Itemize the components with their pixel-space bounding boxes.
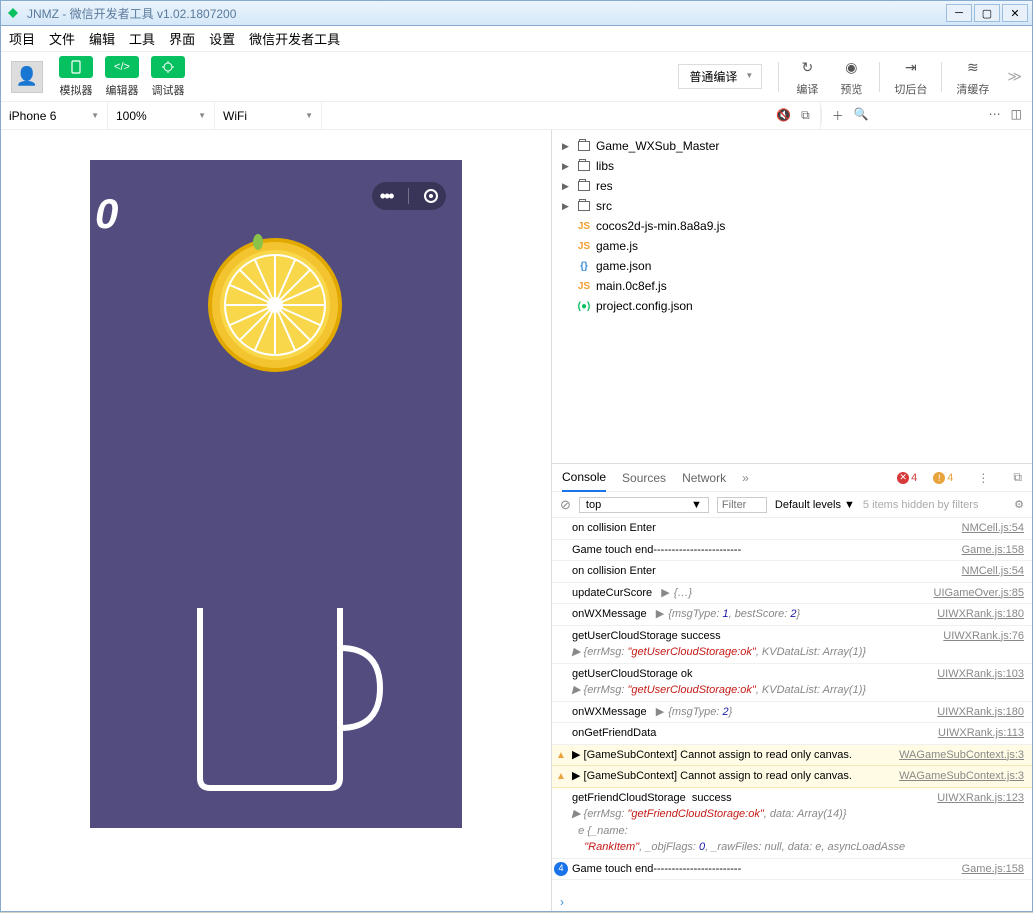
console-log-row[interactable]: on collision EnterNMCell.js:54 [552,518,1032,540]
editor-label: 编辑器 [106,82,139,98]
menu-bar: 项目 文件 编辑 工具 界面 设置 微信开发者工具 [1,26,1032,52]
toolbar-more-icon[interactable]: ≫ [1007,68,1022,85]
context-selector[interactable]: top▼ [579,497,709,513]
console-log-row[interactable]: 4Game touch end------------------------G… [552,859,1032,881]
game-score: 0 [95,190,118,238]
close-button[interactable]: ✕ [1002,4,1028,22]
minimize-button[interactable]: ─ [946,4,972,22]
clear-cache-button[interactable]: ≋ [959,56,987,78]
menu-wx-devtools[interactable]: 微信开发者工具 [249,29,340,48]
simulator-label: 模拟器 [60,82,93,98]
menu-tools[interactable]: 工具 [129,29,155,48]
window-titlebar: JNMZ - 微信开发者工具 v1.02.1807200 ─ ▢ ✕ [0,0,1033,26]
window-title: JNMZ - 微信开发者工具 v1.02.1807200 [27,5,946,22]
search-icon[interactable]: 🔍 [854,107,869,124]
devtools-settings-icon[interactable]: ⋮ [977,471,989,485]
file-item[interactable]: JSgame.js [552,236,1032,256]
devtools-dock-icon[interactable]: ⧉ [1013,470,1022,485]
editor-button[interactable]: </> [105,56,139,78]
folder-item[interactable]: ▶src [552,196,1032,216]
console-log-row[interactable]: onWXMessage ▶{msgType: 1, bestScore: 2}U… [552,604,1032,626]
console-log-row[interactable]: ▲▶ [GameSubContext] Cannot assign to rea… [552,745,1032,767]
add-file-icon[interactable]: ＋ [832,107,844,124]
avatar[interactable]: 👤 [11,61,43,93]
network-selector[interactable]: WiFi▼ [215,109,321,123]
menu-interface[interactable]: 界面 [169,29,195,48]
tab-network[interactable]: Network [682,465,726,491]
popout-icon[interactable]: ⧉ [801,108,810,123]
error-count[interactable]: ✕4 [897,472,917,484]
folder-item[interactable]: ▶res [552,176,1032,196]
console-log-row[interactable]: on collision EnterNMCell.js:54 [552,561,1032,583]
tabs-more-icon[interactable]: » [742,471,749,485]
file-item[interactable]: {}game.json [552,256,1032,276]
zoom-selector[interactable]: 100%▼ [108,109,214,123]
folder-item[interactable]: ▶Game_WXSub_Master [552,136,1032,156]
clear-console-icon[interactable]: ⊘ [560,497,571,513]
capsule-close-icon[interactable] [424,189,438,203]
device-selector[interactable]: iPhone 6▼ [1,109,107,123]
console-log-row[interactable]: onWXMessage ▶{msgType: 2}UIWXRank.js:180 [552,702,1032,724]
maximize-button[interactable]: ▢ [974,4,1000,22]
menu-project[interactable]: 项目 [9,29,35,48]
lemon-sprite [200,230,350,380]
console-log-row[interactable]: onGetFriendDataUIWXRank.js:113 [552,723,1032,745]
console-log-row[interactable]: getUserCloudStorage success▶ {errMsg: "g… [552,626,1032,664]
filter-settings-icon[interactable]: ⚙ [1014,498,1024,511]
log-level-selector[interactable]: Default levels ▼ [775,499,855,511]
debugger-button[interactable] [151,56,185,78]
menu-edit[interactable]: 编辑 [89,29,115,48]
wx-capsule[interactable]: ••• [372,182,446,210]
hidden-items-label: 5 items hidden by filters [863,499,979,511]
mute-icon[interactable]: 🔇 [776,108,791,123]
console-log-row[interactable]: updateCurScore ▶{…}UIGameOver.js:85 [552,583,1032,605]
folder-item[interactable]: ▶libs [552,156,1032,176]
tab-sources[interactable]: Sources [622,465,666,491]
file-item[interactable]: JSmain.0c8ef.js [552,276,1032,296]
tab-console[interactable]: Console [562,464,606,492]
console-log-row[interactable]: getFriendCloudStorage success▶ {errMsg: … [552,788,1032,859]
app-icon [5,5,21,21]
main-toolbar: 👤 模拟器 </> 编辑器 调试器 普通编译 ↻编译 ◉预览 ⇥切后台 ≋清缓存… [1,52,1032,102]
devtools-panel: Console Sources Network » ✕4 !4 ⋮ ⧉ ⊘ to… [552,463,1032,911]
compile-button[interactable]: ↻ [793,56,821,78]
simulator-button[interactable] [59,56,93,78]
file-explorer: ▶Game_WXSub_Master▶libs▶res▶srcJScocos2d… [552,130,1032,463]
filter-input[interactable] [717,497,767,513]
background-button[interactable]: ⇥ [897,56,925,78]
menu-file[interactable]: 文件 [49,29,75,48]
simulator-toolbar: iPhone 6▼ 100%▼ WiFi▼ 🔇 ⧉ ＋ 🔍 ⋯ ◫ [1,102,1032,130]
compile-mode-dropdown[interactable]: 普通编译 [678,64,762,89]
simulator-pane: 0 ••• [1,130,551,911]
console-output[interactable]: on collision EnterNMCell.js:54Game touch… [552,518,1032,893]
debugger-label: 调试器 [152,82,185,98]
console-log-row[interactable]: Game touch end------------------------Ga… [552,540,1032,562]
file-item[interactable]: JScocos2d-js-min.8a8a9.js [552,216,1032,236]
file-item[interactable]: (●)project.config.json [552,296,1032,316]
more-icon[interactable]: ⋯ [989,107,1001,124]
menu-settings[interactable]: 设置 [209,29,235,48]
preview-button[interactable]: ◉ [837,56,865,78]
warning-count[interactable]: !4 [933,472,953,484]
console-prompt[interactable]: › [552,893,1032,911]
split-icon[interactable]: ◫ [1011,107,1022,124]
console-log-row[interactable]: getUserCloudStorage ok▶ {errMsg: "getUse… [552,664,1032,702]
game-canvas[interactable]: 0 ••• [90,160,462,828]
cup-sprite [190,598,390,798]
console-log-row[interactable]: ▲▶ [GameSubContext] Cannot assign to rea… [552,766,1032,788]
